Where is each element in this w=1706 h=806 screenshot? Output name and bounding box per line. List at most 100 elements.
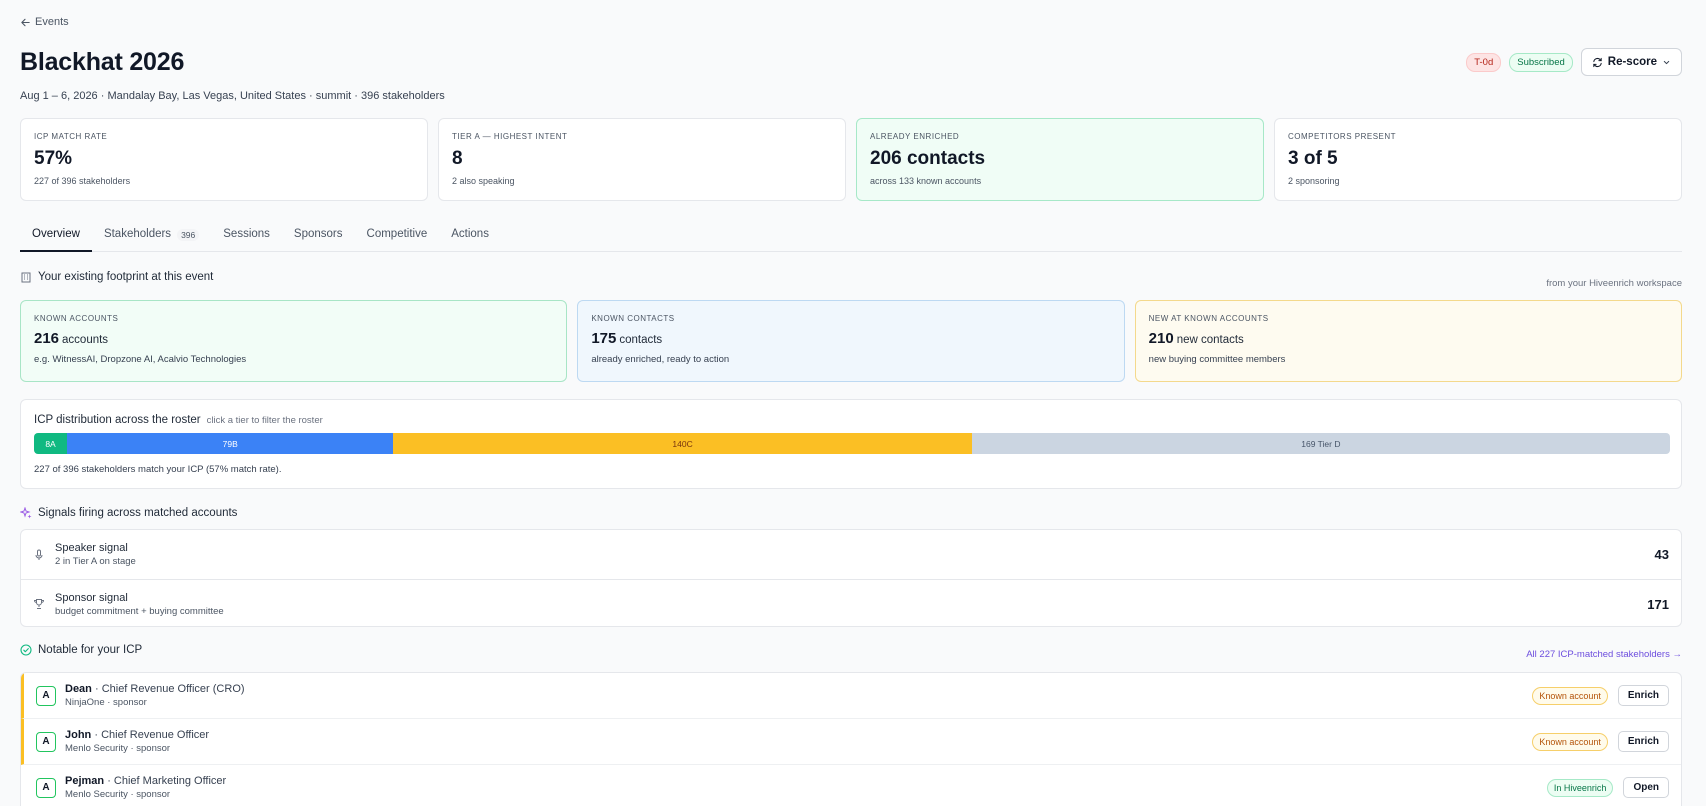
distribution-title: ICP distribution across the roster bbox=[34, 414, 201, 426]
stat-value: 57% bbox=[34, 148, 73, 169]
signals-card: Speaker signal 2 in Tier A on stage 43 S… bbox=[20, 529, 1682, 627]
signal-row-sponsor[interactable]: Sponsor signal budget commitment + buyin… bbox=[21, 579, 1681, 628]
person-name: Dean bbox=[65, 683, 92, 695]
signal-row-speaker[interactable]: Speaker signal 2 in Tier A on stage 43 bbox=[21, 530, 1681, 579]
stat-competitors-present: COMPETITORS PRESENT 3 of 5 2 sponsoring bbox=[1274, 118, 1682, 201]
tab-label: Sponsors bbox=[293, 228, 343, 240]
stat-sub: across 133 known accounts bbox=[870, 176, 982, 186]
stat-value: 3 of 5 bbox=[1288, 148, 1338, 169]
rescore-button[interactable]: Re-score bbox=[1580, 48, 1682, 76]
footprint-value: 175 bbox=[591, 330, 617, 347]
tier-segment-label: 169 Tier D bbox=[1301, 438, 1341, 449]
footprint-known-contacts: KNOWN CONTACTS 175 contacts already enric… bbox=[577, 300, 1125, 382]
header-actions: T-0d Subscribed Re-score bbox=[1466, 48, 1682, 76]
tab-actions[interactable]: Actions bbox=[439, 224, 501, 252]
signal-count: 43 bbox=[1654, 547, 1669, 562]
footprint-unit: contacts bbox=[619, 334, 663, 346]
stat-sub: 2 also speaking bbox=[452, 176, 515, 186]
all-icp-stakeholders-link[interactable]: All 227 ICP-matched stakeholders → bbox=[1526, 649, 1682, 660]
stat-already-enriched: ALREADY ENRICHED 206 contacts across 133… bbox=[856, 118, 1264, 201]
stat-value: 206 contacts bbox=[870, 148, 986, 169]
tab-label: Stakeholders bbox=[103, 228, 172, 240]
signals-heading: Signals firing across matched accounts bbox=[20, 507, 237, 519]
person-role: Chief Marketing Officer bbox=[113, 775, 227, 787]
microphone-icon bbox=[35, 549, 43, 560]
signal-name: Speaker signal bbox=[55, 542, 128, 554]
known-account-badge: Known account bbox=[1532, 732, 1608, 751]
tier-segment-b[interactable]: 79B bbox=[67, 433, 394, 454]
tier-avatar: A bbox=[36, 685, 56, 706]
tier-segment-label: 8A bbox=[45, 438, 56, 449]
in-hiveenrich-badge: In Hiveenrich bbox=[1546, 778, 1614, 797]
footprint-cards: KNOWN ACCOUNTS 216 accounts e.g. WitnessA… bbox=[20, 300, 1682, 382]
tab-label: Sessions bbox=[223, 228, 270, 240]
person-company: NinjaOne · sponsor bbox=[65, 697, 147, 708]
footprint-label: KNOWN CONTACTS bbox=[591, 314, 675, 323]
footprint-sub: already enriched, ready to action bbox=[591, 354, 730, 365]
refresh-icon bbox=[1593, 57, 1602, 67]
stat-value: 8 bbox=[452, 148, 463, 169]
footprint-new-at-known: NEW AT KNOWN ACCOUNTS 210 new contacts ne… bbox=[1134, 300, 1682, 382]
trophy-icon bbox=[33, 599, 45, 609]
tier-segment-label: 140C bbox=[672, 438, 693, 449]
footprint-unit: accounts bbox=[62, 334, 109, 346]
footprint-label: NEW AT KNOWN ACCOUNTS bbox=[1148, 314, 1269, 323]
tab-count-badge: 396 bbox=[177, 229, 200, 241]
tier-segment-d[interactable]: 169 Tier D bbox=[971, 433, 1670, 454]
tab-sponsors[interactable]: Sponsors bbox=[282, 224, 355, 252]
signal-sub: budget commitment + buying committee bbox=[55, 605, 224, 617]
icp-distribution-card: ICP distribution across the roster click … bbox=[20, 399, 1682, 489]
signal-count: 171 bbox=[1647, 596, 1669, 612]
footprint-label: KNOWN ACCOUNTS bbox=[34, 314, 119, 323]
known-account-badge: Known account bbox=[1532, 686, 1608, 705]
tab-label: Competitive bbox=[366, 228, 428, 240]
page-title: Blackhat 2026 bbox=[20, 48, 185, 76]
chevron-down-icon bbox=[1663, 60, 1670, 64]
footprint-known-accounts: KNOWN ACCOUNTS 216 accounts e.g. WitnessA… bbox=[20, 300, 568, 382]
stat-icp-match-rate: ICP MATCH RATE 57% 227 of 396 stakeholde… bbox=[20, 118, 428, 201]
person-company: Menlo Security · sponsor bbox=[65, 789, 171, 800]
distribution-footnote: 227 of 396 stakeholders match your ICP (… bbox=[34, 464, 282, 475]
tier-segment-a[interactable]: 8A bbox=[34, 433, 68, 454]
enrich-button[interactable]: Enrich bbox=[1617, 685, 1669, 706]
footprint-value: 210 bbox=[1148, 330, 1174, 347]
subscribed-badge: Subscribed bbox=[1509, 52, 1573, 72]
tab-label: Overview bbox=[32, 228, 80, 240]
distribution-hint: click a tier to filter the roster bbox=[206, 415, 323, 426]
footprint-sub: e.g. WitnessAI, Dropzone AI, Acalvio Tec… bbox=[34, 354, 247, 365]
stat-sub: 227 of 396 stakeholders bbox=[34, 176, 131, 186]
back-link[interactable]: Events bbox=[20, 16, 69, 28]
person-role: Chief Revenue Officer bbox=[101, 729, 210, 741]
tab-sessions[interactable]: Sessions bbox=[211, 224, 282, 252]
tab-overview[interactable]: Overview bbox=[20, 224, 92, 252]
stat-sub: 2 sponsoring bbox=[1288, 176, 1340, 186]
footprint-heading: Your existing footprint at this event bbox=[20, 271, 213, 283]
stat-tier-a: TIER A — HIGHEST INTENT 8 2 also speakin… bbox=[438, 118, 846, 201]
stat-cards: ICP MATCH RATE 57% 227 of 396 stakeholde… bbox=[20, 118, 1682, 201]
footprint-source: from your Hiveenrich workspace bbox=[1546, 278, 1682, 289]
tier-segment-c[interactable]: 140C bbox=[393, 433, 972, 454]
enrich-button[interactable]: Enrich bbox=[1617, 731, 1669, 752]
stat-label: ALREADY ENRICHED bbox=[870, 132, 960, 141]
notable-title: Notable for your ICP bbox=[38, 644, 143, 656]
building-icon bbox=[21, 272, 31, 283]
tier-segment-label: 79B bbox=[222, 438, 238, 449]
open-button[interactable]: Open bbox=[1623, 777, 1669, 798]
person-row[interactable]: A Pejman · Chief Marketing Officer Menlo… bbox=[21, 765, 1681, 806]
tab-stakeholders[interactable]: Stakeholders 396 bbox=[92, 224, 211, 252]
stat-label: COMPETITORS PRESENT bbox=[1288, 132, 1397, 141]
event-subtitle: Aug 1 – 6, 2026 · Mandalay Bay, Las Vega… bbox=[20, 90, 445, 102]
notable-heading: Notable for your ICP bbox=[20, 644, 142, 656]
tab-competitive[interactable]: Competitive bbox=[355, 224, 440, 252]
person-company: Menlo Security · sponsor bbox=[65, 743, 171, 754]
arrow-left-icon bbox=[21, 18, 30, 26]
signals-title: Signals firing across matched accounts bbox=[38, 507, 238, 519]
notable-people-list: A Dean · Chief Revenue Officer (CRO) Nin… bbox=[20, 672, 1682, 806]
person-row[interactable]: A Dean · Chief Revenue Officer (CRO) Nin… bbox=[21, 673, 1681, 719]
person-row[interactable]: A John · Chief Revenue Officer Menlo Sec… bbox=[21, 719, 1681, 765]
sparkles-icon bbox=[20, 507, 32, 519]
footprint-sub: new buying committee members bbox=[1148, 354, 1286, 365]
check-circle-icon bbox=[20, 644, 32, 656]
stat-label: ICP MATCH RATE bbox=[34, 132, 108, 141]
person-role: Chief Revenue Officer (CRO) bbox=[101, 683, 245, 695]
